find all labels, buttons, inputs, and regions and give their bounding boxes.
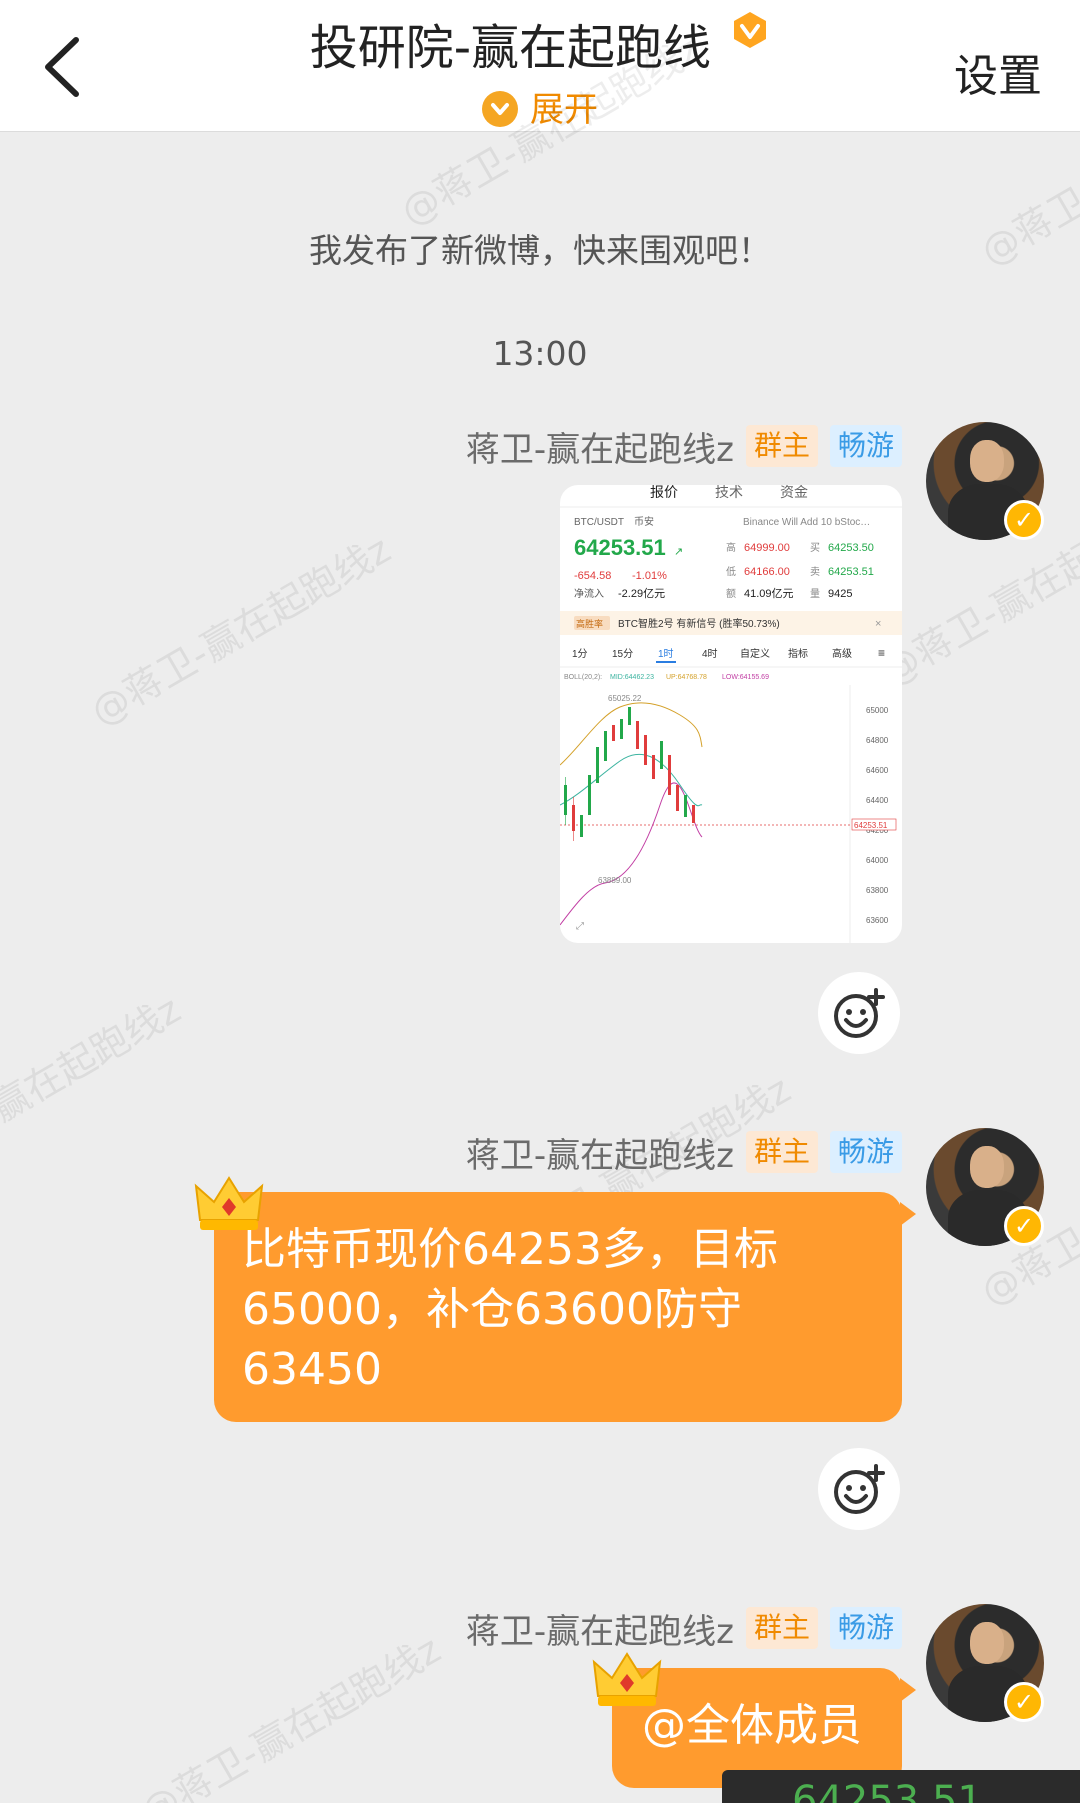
- svg-text:64166.00: 64166.00: [744, 566, 790, 578]
- mention-text: @全体成员: [642, 1700, 862, 1751]
- vip-tag: 畅游: [829, 1607, 902, 1649]
- y-axis-ticks: 65000 64800 64600 64400 64200 64000 6380…: [866, 706, 889, 925]
- svg-text:64600: 64600: [866, 766, 889, 775]
- sender-name[interactable]: 蒋卫-赢在起跑线z: [466, 1128, 734, 1177]
- svg-text:BOLL(20,2):: BOLL(20,2):: [564, 674, 602, 681]
- chart-screenshot-image[interactable]: 报价 技术 资金 BTC/USDT 币安 Binance Will Add 10…: [560, 485, 902, 943]
- bubble-tail: [900, 1202, 916, 1226]
- svg-text:自定义: 自定义: [740, 647, 770, 660]
- svg-text:64400: 64400: [866, 796, 889, 805]
- svg-text:9425: 9425: [828, 588, 852, 600]
- svg-text:高胜率: 高胜率: [576, 618, 603, 629]
- sender-line: 蒋卫-赢在起跑线z 群主 畅游: [466, 422, 902, 471]
- vip-tag: 畅游: [829, 1131, 902, 1173]
- sender-name[interactable]: 蒋卫-赢在起跑线z: [466, 422, 734, 471]
- crown-icon: [592, 1652, 662, 1706]
- net-inflow: -2.29亿元: [618, 587, 665, 600]
- change: -654.58: [574, 570, 611, 582]
- svg-text:量: 量: [810, 588, 820, 600]
- floating-price-popup[interactable]: 64253.51: [722, 1770, 1080, 1803]
- svg-text:高: 高: [726, 541, 736, 554]
- svg-text:64800: 64800: [866, 736, 889, 745]
- tab-funds: 资金: [780, 485, 808, 500]
- system-message[interactable]: 我发布了新微博，快来围观吧！: [0, 224, 1080, 272]
- svg-text:LOW:64155.69: LOW:64155.69: [722, 674, 769, 681]
- svg-text:63889.00: 63889.00: [598, 876, 632, 885]
- vip-tag: 畅游: [829, 425, 902, 467]
- expand-toggle[interactable]: 展开: [0, 82, 1080, 131]
- sender-line: 蒋卫-赢在起跑线z 群主 畅游: [466, 1128, 902, 1177]
- svg-text:1时: 1时: [658, 648, 674, 660]
- svg-text:指标: 指标: [788, 647, 808, 660]
- svg-text:≡: ≡: [878, 646, 885, 660]
- net-inflow-label: 净流入: [574, 587, 604, 600]
- svg-text:高级: 高级: [832, 647, 852, 660]
- owner-tag: 群主: [745, 425, 818, 467]
- price: 64253.51: [574, 535, 666, 560]
- svg-text:65000: 65000: [866, 706, 889, 715]
- candles: [564, 707, 695, 841]
- bubble-tail: [900, 1678, 916, 1702]
- sender-line: 蒋卫-赢在起跑线z 群主 畅游: [466, 1604, 902, 1653]
- verified-v-icon: [734, 12, 767, 48]
- add-emoji-icon[interactable]: [818, 972, 900, 1054]
- sender-name[interactable]: 蒋卫-赢在起跑线z: [466, 1604, 734, 1653]
- svg-text:64000: 64000: [866, 856, 889, 865]
- exchange: 币安: [634, 515, 654, 528]
- svg-text:64253.51: 64253.51: [828, 566, 874, 578]
- stock-app-screenshot: 报价 技术 资金 BTC/USDT 币安 Binance Will Add 10…: [560, 485, 902, 943]
- notice: Binance Will Add 10 bStoc…: [743, 517, 870, 528]
- svg-text:15分: 15分: [612, 648, 633, 660]
- group-title-row: 投研院-赢在起跑线: [0, 8, 1080, 78]
- verified-v-icon: ✓: [1004, 500, 1044, 540]
- owner-tag: 群主: [745, 1607, 818, 1649]
- watermark: @蒋卫-赢在起跑线z: [83, 527, 398, 735]
- owner-tag: 群主: [745, 1131, 818, 1173]
- settings-button[interactable]: 设置: [954, 40, 1042, 104]
- svg-text:63600: 63600: [866, 916, 889, 925]
- verified-v-icon: ✓: [1004, 1682, 1044, 1722]
- tab-tech: 技术: [715, 485, 743, 500]
- message-text: 比特币现价64253多，目标65000，补仓63600防守63450: [242, 1224, 778, 1395]
- message-bubble[interactable]: 比特币现价64253多，目标65000，补仓63600防守63450: [214, 1192, 902, 1422]
- svg-text:额: 额: [726, 587, 736, 600]
- change-pct: -1.01%: [632, 570, 667, 582]
- pair: BTC/USDT: [574, 517, 624, 528]
- svg-text:MID:64462.23: MID:64462.23: [610, 674, 654, 681]
- svg-text:64253.50: 64253.50: [828, 542, 874, 554]
- svg-text:⤢: ⤢: [576, 921, 584, 932]
- popup-price: 64253.51: [792, 1778, 983, 1803]
- svg-text:UP:64768.78: UP:64768.78: [666, 674, 707, 681]
- svg-text:64999.00: 64999.00: [744, 542, 790, 554]
- svg-text:41.09亿元: 41.09亿元: [744, 587, 794, 600]
- svg-text:64253.51: 64253.51: [854, 821, 888, 830]
- crown-icon: [194, 1176, 264, 1230]
- message-timestamp: 13:00: [492, 334, 588, 373]
- chevron-down-icon: [482, 91, 518, 127]
- watermark: @蒋卫-赢在起跑线z: [133, 1627, 448, 1803]
- watermark: @蒋卫-赢在起跑线z: [0, 987, 188, 1195]
- tab-quote: 报价: [650, 485, 678, 500]
- svg-text:1分: 1分: [572, 648, 588, 660]
- chat-header: 投研院-赢在起跑线 展开 设置: [0, 0, 1080, 132]
- svg-text:×: ×: [875, 618, 881, 630]
- svg-text:4时: 4时: [702, 648, 718, 660]
- svg-text:买: 买: [810, 542, 820, 554]
- svg-text:卖: 卖: [810, 566, 820, 578]
- verified-v-icon: ✓: [1004, 1206, 1044, 1246]
- up-arrow-icon: ↗: [674, 546, 683, 558]
- svg-text:BTC智胜2号 有新信号 (胜率50.73%): BTC智胜2号 有新信号 (胜率50.73%): [618, 617, 780, 630]
- group-title: 投研院-赢在起跑线: [309, 20, 712, 76]
- expand-label: 展开: [530, 90, 598, 130]
- svg-text:63800: 63800: [866, 886, 889, 895]
- svg-text:65025.22: 65025.22: [608, 694, 642, 703]
- add-emoji-icon[interactable]: [818, 1448, 900, 1530]
- svg-text:低: 低: [726, 565, 736, 578]
